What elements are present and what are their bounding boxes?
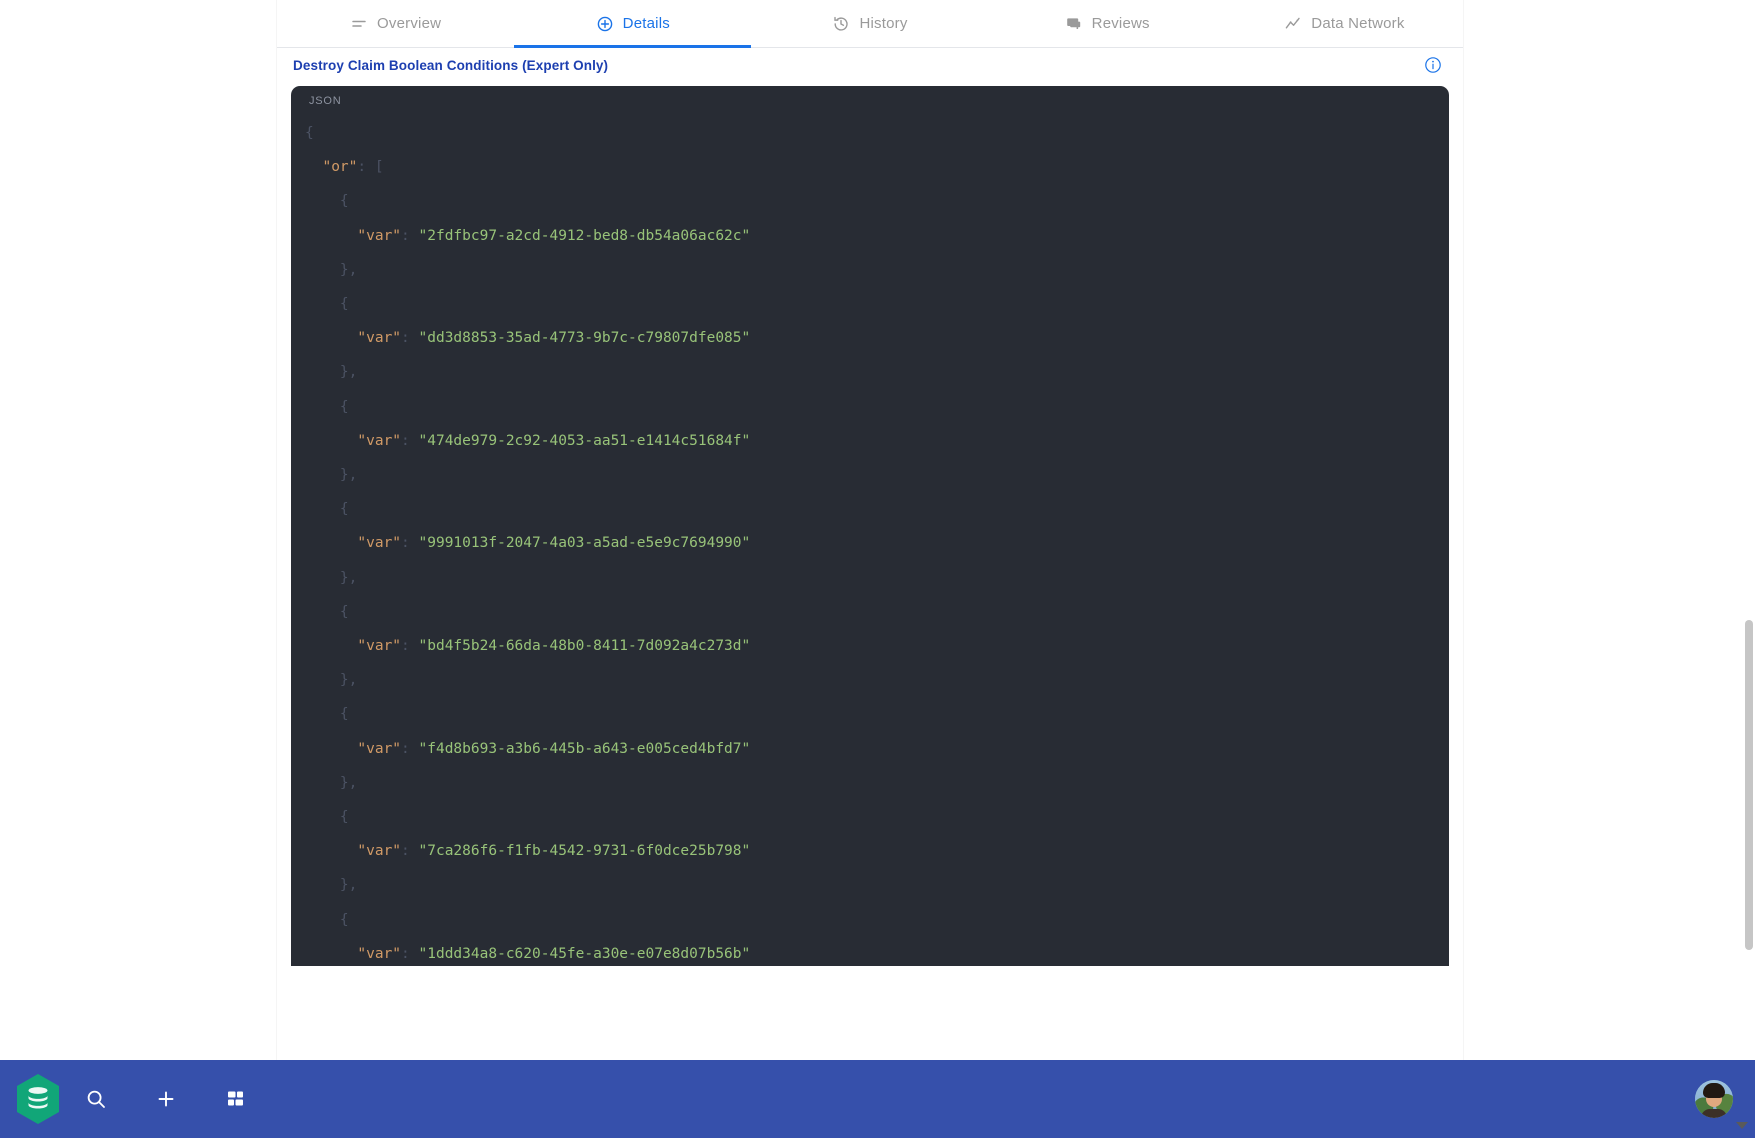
tab-overview-label: Overview [377, 15, 442, 32]
avatar[interactable] [1695, 1080, 1733, 1118]
page-scrollbar[interactable] [1742, 0, 1755, 1062]
trend-line-icon [1284, 15, 1302, 33]
section-header: Destroy Claim Boolean Conditions (Expert… [277, 48, 1463, 82]
plus-icon[interactable] [131, 1060, 201, 1138]
scrollbar-thumb[interactable] [1745, 620, 1753, 950]
tab-details-label: Details [622, 15, 670, 32]
info-circle-icon[interactable] [1424, 56, 1442, 74]
active-tab-underline [514, 45, 752, 48]
tab-history[interactable]: History [751, 0, 988, 47]
left-gutter [0, 0, 277, 1060]
history-icon [832, 15, 850, 33]
tab-history-label: History [859, 15, 908, 32]
tab-reviews-label: Reviews [1091, 15, 1150, 32]
comment-icon [1065, 15, 1083, 33]
code-language-label: JSON [309, 95, 342, 107]
avatar-body [1701, 1109, 1727, 1118]
tab-reviews[interactable]: Reviews [989, 0, 1226, 47]
tab-bar: Overview Details History Reviews Data Ne… [277, 0, 1463, 48]
plus-circle-icon [596, 15, 614, 33]
caret-down-icon[interactable] [1735, 1117, 1749, 1135]
tab-overview[interactable]: Overview [277, 0, 514, 47]
taskbar [0, 1060, 1755, 1138]
search-icon[interactable] [61, 1060, 131, 1138]
avatar-hair [1703, 1083, 1725, 1098]
details-panel: Overview Details History Reviews Data Ne… [277, 0, 1463, 1062]
tab-data-network[interactable]: Data Network [1226, 0, 1463, 47]
right-gutter [1463, 0, 1755, 1060]
json-code-content: { "or": [ { "var": "2fdfbc97-a2cd-4912-b… [305, 125, 751, 962]
grid-apps-icon[interactable] [201, 1060, 271, 1138]
tab-data-network-label: Data Network [1311, 15, 1405, 32]
json-code-block[interactable]: JSON { "or": [ { "var": "2fdfbc97-a2cd-4… [291, 86, 1449, 966]
tab-details[interactable]: Details [514, 0, 752, 48]
page-title: Destroy Claim Boolean Conditions (Expert… [293, 57, 609, 73]
layers-hexagon-logo[interactable] [15, 1073, 61, 1125]
list-icon [350, 15, 368, 33]
screen: Overview Details History Reviews Data Ne… [0, 0, 1755, 1138]
